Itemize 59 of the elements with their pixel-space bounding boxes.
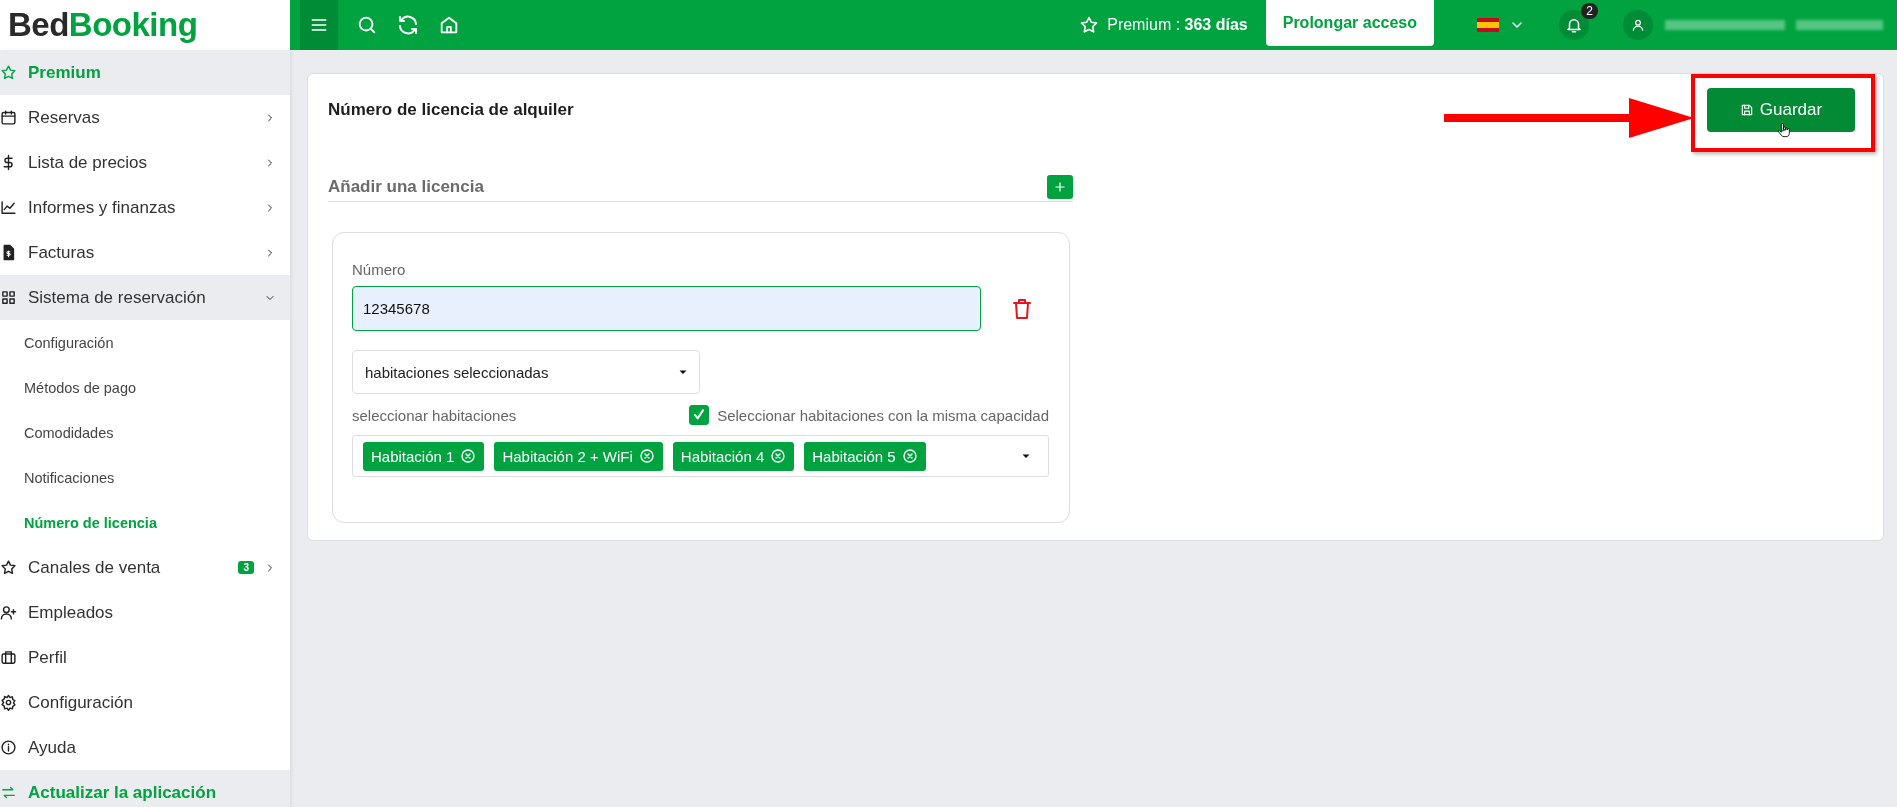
room-tag: Habitación 1 [363, 441, 485, 471]
logo: BedBooking [8, 6, 198, 44]
sync-icon [0, 784, 17, 801]
save-button[interactable]: Guardar [1707, 88, 1855, 132]
search-icon[interactable] [356, 14, 378, 36]
remove-icon[interactable] [770, 448, 787, 464]
sidebar-item[interactable]: Lista de precios [0, 140, 290, 185]
home-icon[interactable] [438, 14, 460, 36]
sidebar-subitem[interactable]: Métodos de pago [0, 365, 290, 410]
sidebar-subitem[interactable]: Notificaciones [0, 455, 290, 500]
sidebar-item[interactable]: Facturas [0, 230, 290, 275]
page-title: Número de licencia de alquiler [328, 100, 574, 120]
spain-flag-icon[interactable] [1477, 18, 1499, 32]
checkbox-label: Seleccionar habitaciones con la misma capacidad [717, 406, 1049, 424]
settings-icon [0, 694, 17, 711]
notifications-button[interactable] [1559, 10, 1589, 40]
field-label: Número [352, 261, 407, 278]
menu-button[interactable] [300, 0, 338, 50]
remove-icon[interactable] [901, 448, 918, 464]
trash-icon[interactable] [1010, 296, 1034, 321]
star-icon [1079, 15, 1100, 35]
chart-icon [0, 199, 17, 216]
sidebar-item[interactable]: Configuración [0, 680, 290, 725]
number-field[interactable]: 12345678 [352, 286, 981, 331]
sidebar-subitem[interactable]: Comodidades [0, 410, 290, 455]
info-icon [0, 739, 17, 756]
user-plus-icon [0, 604, 17, 621]
sidebar-subitem[interactable]: Configuración [0, 320, 290, 365]
refresh-icon[interactable] [396, 13, 420, 37]
room-tag: Habitación 4 [672, 441, 795, 471]
sidebar-item[interactable]: Informes y finanzas [0, 185, 290, 230]
sidebar-item[interactable]: Sistema de reservación [0, 275, 290, 320]
checkbox[interactable] [689, 405, 710, 425]
room-tag: Habitación 2 + WiFi [494, 441, 663, 471]
sidebar-item[interactable]: Reservas [0, 95, 290, 140]
user-icon [1631, 18, 1645, 32]
calendar-icon [0, 109, 17, 126]
count-badge: 3 [238, 561, 254, 574]
remove-icon[interactable] [460, 448, 477, 464]
save-icon [1739, 103, 1754, 117]
remove-icon[interactable] [638, 448, 655, 464]
section-heading: Añadir una licencia [328, 177, 484, 197]
premium-status: Premium : 363 días [1107, 16, 1248, 34]
plus-icon [1053, 180, 1067, 194]
field-label: seleccionar habitaciones [352, 406, 517, 424]
grid-icon [0, 289, 17, 306]
room-tag: Habitación 5 [804, 441, 926, 471]
star-icon [0, 64, 17, 81]
notification-count: 2 [1581, 3, 1598, 19]
add-button[interactable] [1047, 175, 1073, 199]
sidebar-item[interactable]: Empleados [0, 590, 290, 635]
bell-icon [1565, 16, 1583, 34]
avatar-button[interactable] [1623, 10, 1653, 40]
sidebar-item[interactable]: Canales de venta 3 [0, 545, 290, 590]
star-icon [0, 559, 17, 576]
scope-select[interactable]: habitaciones seleccionadas [352, 350, 700, 394]
sidebar-item[interactable]: Ayuda [0, 725, 290, 770]
briefcase-icon [0, 649, 17, 666]
sidebar-item[interactable]: Perfil [0, 635, 290, 680]
